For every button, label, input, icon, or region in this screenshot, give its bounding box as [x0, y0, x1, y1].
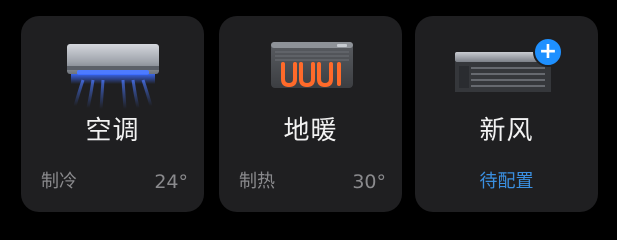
configure-link[interactable]: 待配置 [415, 167, 598, 193]
device-temperature: 30° [352, 171, 386, 193]
device-name: 地暖 [283, 116, 338, 146]
device-panel: 空调 制冷 24° 地暖 制热 30° + 新风 待配置 [0, 0, 617, 228]
device-mode: 制冷 [41, 171, 77, 192]
add-device-button[interactable]: + [533, 37, 563, 67]
device-card-fresh-air[interactable]: + 新风 待配置 [415, 16, 598, 212]
device-name: 新风 [479, 116, 534, 146]
device-card-floor-heating[interactable]: 地暖 制热 30° [219, 16, 402, 212]
device-mode: 制热 [239, 171, 275, 192]
device-name: 空调 [85, 116, 140, 146]
device-temperature: 24° [154, 171, 188, 193]
device-card-air-conditioner[interactable]: 空调 制冷 24° [21, 16, 204, 212]
